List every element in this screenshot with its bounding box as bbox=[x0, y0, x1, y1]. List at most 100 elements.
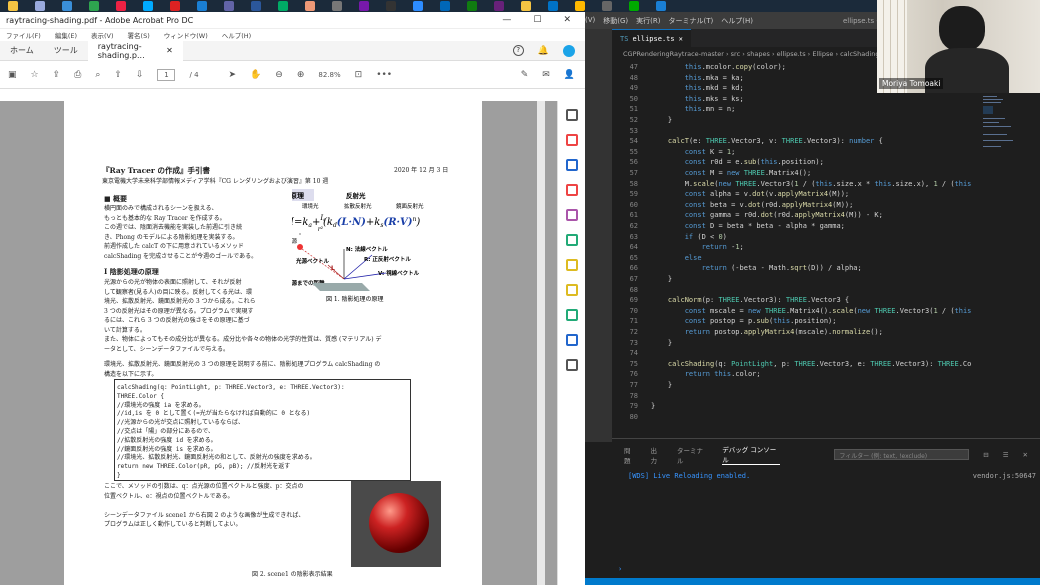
code-line[interactable]: this.mkd = kd; bbox=[651, 83, 744, 94]
code-line[interactable]: this.mcolor.copy(color); bbox=[651, 62, 786, 73]
export-pdf-icon[interactable] bbox=[566, 134, 578, 146]
xbox-icon[interactable] bbox=[467, 1, 477, 11]
panel-close-icon[interactable]: ✕ bbox=[1023, 451, 1028, 459]
outlook-icon[interactable] bbox=[548, 1, 558, 11]
page-up-icon[interactable]: ⇧ bbox=[114, 70, 122, 80]
tab-tools[interactable]: ツール bbox=[44, 45, 88, 56]
create-pdf-icon[interactable] bbox=[566, 159, 578, 171]
panel-tab-output[interactable]: 出力 bbox=[650, 445, 662, 465]
comment-icon[interactable] bbox=[566, 259, 578, 271]
code-line[interactable]: const postop = p.sub(this.position); bbox=[651, 316, 837, 327]
edge-icon[interactable] bbox=[89, 1, 99, 11]
clear-console-icon[interactable]: ☰ bbox=[1003, 451, 1009, 459]
teams-icon[interactable] bbox=[224, 1, 234, 11]
hand-tool-icon[interactable]: ✋ bbox=[250, 70, 261, 80]
page-number-input[interactable]: 1 bbox=[157, 68, 176, 81]
menu-edit[interactable]: 編集(E) bbox=[55, 30, 77, 40]
star-icon[interactable]: ☆ bbox=[31, 70, 39, 80]
tab-document[interactable]: raytracing-shading.p... ✕ bbox=[87, 40, 183, 61]
more-icon[interactable]: ••• bbox=[376, 70, 392, 80]
code-line[interactable]: else bbox=[651, 253, 702, 264]
code-line[interactable]: } bbox=[651, 274, 672, 285]
zoom-out-icon[interactable]: ⊖ bbox=[275, 70, 283, 80]
help-icon[interactable]: ? bbox=[512, 45, 524, 56]
protect-icon[interactable] bbox=[566, 309, 578, 321]
code-line[interactable]: } bbox=[651, 338, 672, 349]
code-line[interactable]: this.mka = ka; bbox=[651, 73, 744, 84]
code-line[interactable]: const D = beta * beta - alpha * gamma; bbox=[651, 221, 845, 232]
menu-help[interactable]: ヘルプ(H) bbox=[721, 16, 753, 26]
mail-icon[interactable] bbox=[143, 1, 153, 11]
terminal-icon[interactable] bbox=[386, 1, 396, 11]
breadcrumb-1[interactable]: src bbox=[731, 50, 741, 58]
panel-tab-problems[interactable]: 問題 bbox=[624, 445, 636, 465]
tab-home[interactable]: ホーム bbox=[0, 45, 44, 56]
menu-help[interactable]: ヘルプ(H) bbox=[222, 30, 251, 40]
avatar[interactable] bbox=[563, 44, 575, 57]
onenote-icon[interactable] bbox=[359, 1, 369, 11]
code-line[interactable]: const K = 1; bbox=[651, 147, 736, 158]
code-line[interactable]: return -1; bbox=[651, 242, 744, 253]
zoom-doc-icon[interactable] bbox=[566, 109, 578, 121]
menu-view[interactable]: (V) bbox=[585, 16, 595, 26]
menu-go[interactable]: 移動(G) bbox=[603, 16, 628, 26]
code-line[interactable]: const mscale = new THREE.Matrix4().scale… bbox=[651, 306, 972, 317]
breadcrumb-4[interactable]: Ellipse bbox=[812, 50, 833, 58]
shield-icon[interactable] bbox=[566, 334, 578, 346]
code-line[interactable]: if (D < 0) bbox=[651, 232, 727, 243]
menu-file[interactable]: ファイル(F) bbox=[6, 30, 41, 40]
code-line[interactable]: return this.color; bbox=[651, 369, 761, 380]
folder-icon[interactable] bbox=[8, 1, 18, 11]
camera-icon[interactable] bbox=[602, 1, 612, 11]
print-icon[interactable]: ⎙ bbox=[74, 70, 81, 80]
breadcrumb-3[interactable]: ellipse.ts bbox=[777, 50, 806, 58]
code-line[interactable]: calcNorm(p: THREE.Vector3): THREE.Vector… bbox=[651, 295, 849, 306]
edit-pdf-icon[interactable] bbox=[566, 209, 578, 221]
save-icon[interactable]: ▣ bbox=[8, 70, 17, 80]
breadcrumb-0[interactable]: CGPRenderingRaytrace-master bbox=[623, 50, 724, 58]
word-icon[interactable] bbox=[251, 1, 261, 11]
photos-icon[interactable] bbox=[305, 1, 315, 11]
menu-sign[interactable]: 署名(S) bbox=[128, 30, 150, 40]
code-line[interactable]: const beta = v.dot(r0d.applyMatrix4(M)); bbox=[651, 200, 854, 211]
menu-run[interactable]: 実行(R) bbox=[636, 16, 660, 26]
zoom-search-icon[interactable]: ⌕ bbox=[95, 70, 100, 80]
maximize-icon[interactable]: ☐ bbox=[533, 15, 541, 25]
chrome-icon[interactable] bbox=[116, 1, 126, 11]
zoom-level[interactable]: 82.8% bbox=[318, 71, 340, 79]
panel-tab-terminal[interactable]: ターミナル bbox=[677, 445, 708, 465]
mail-icon[interactable]: ✉ bbox=[542, 70, 550, 80]
vs-icon[interactable] bbox=[494, 1, 504, 11]
code-line[interactable]: M.scale(new THREE.Vector3(1 / (this.size… bbox=[651, 179, 972, 190]
console-filter-input[interactable]: フィルター (例: text, !exclude) bbox=[834, 449, 970, 460]
notes-icon[interactable] bbox=[575, 1, 585, 11]
code-line[interactable]: this.mn = n; bbox=[651, 104, 736, 115]
panel-tab-debug-console[interactable]: デバッグ コンソール bbox=[722, 444, 781, 465]
code-line[interactable]: const alpha = v.dot(v.applyMatrix4(M)); bbox=[651, 189, 849, 200]
minimap[interactable] bbox=[981, 92, 1036, 152]
fill-sign-icon[interactable] bbox=[566, 284, 578, 296]
filter-icon[interactable]: ⊟ bbox=[983, 451, 988, 459]
menu-view[interactable]: 表示(V) bbox=[91, 30, 114, 40]
code-editor[interactable]: 47 this.mcolor.copy(color); 48 this.mka =… bbox=[612, 62, 972, 438]
menu-terminal[interactable]: ターミナル(T) bbox=[668, 16, 713, 26]
vscode-icon[interactable] bbox=[197, 1, 207, 11]
code-line[interactable]: return (-beta - Math.sqrt(D)) / alpha; bbox=[651, 263, 862, 274]
code-line[interactable]: this.mks = ks; bbox=[651, 94, 744, 105]
bell-icon[interactable]: 🔔 bbox=[538, 46, 549, 56]
share-user-icon[interactable]: 👤 bbox=[564, 70, 585, 80]
code-line[interactable]: calcT(e: THREE.Vector3, v: THREE.Vector3… bbox=[651, 136, 883, 147]
calendar-icon[interactable] bbox=[278, 1, 288, 11]
combine-icon[interactable] bbox=[566, 234, 578, 246]
select-cursor-icon[interactable]: ➤ bbox=[229, 70, 237, 80]
console-prompt-icon[interactable]: › bbox=[618, 565, 622, 573]
close-tab-icon[interactable]: ✕ bbox=[679, 35, 683, 43]
tools-icon[interactable] bbox=[566, 359, 578, 371]
app-icon[interactable] bbox=[656, 1, 666, 11]
minimize-icon[interactable]: — bbox=[502, 15, 511, 25]
organize-icon[interactable] bbox=[566, 184, 578, 196]
sign-icon[interactable]: ✎ bbox=[521, 70, 529, 80]
close-tab-icon[interactable]: ✕ bbox=[166, 46, 173, 55]
console-source[interactable]: vendor.js:50647 bbox=[973, 472, 1036, 480]
zoom-in-icon[interactable]: ⊕ bbox=[297, 70, 305, 80]
